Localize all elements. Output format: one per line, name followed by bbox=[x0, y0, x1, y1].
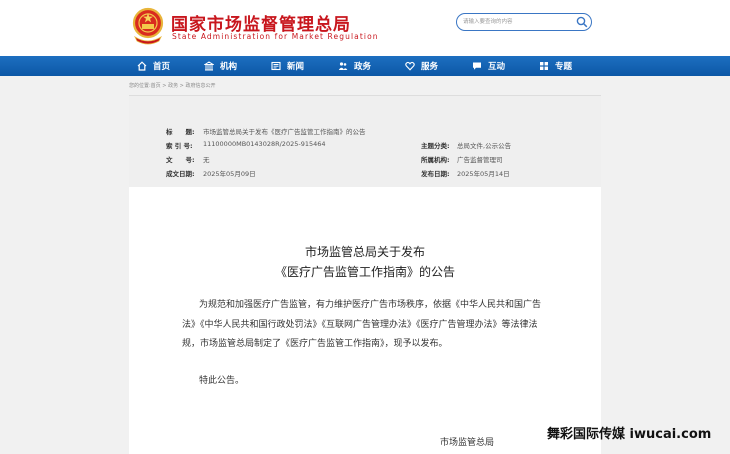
article-closing: 特此公告。 bbox=[199, 376, 245, 386]
nav-organization[interactable]: 机构 bbox=[204, 56, 237, 76]
nav-topics[interactable]: 专题 bbox=[539, 56, 572, 76]
nav-interaction-label: 互动 bbox=[488, 62, 506, 72]
nav-service[interactable]: 服务 bbox=[405, 56, 438, 76]
nav-news[interactable]: 新闻 bbox=[271, 56, 304, 76]
docno-label: 文 号: bbox=[166, 156, 195, 164]
building-icon bbox=[204, 61, 214, 71]
subject-label: 主题分类: bbox=[421, 142, 450, 150]
index-label: 索 引 号: bbox=[166, 142, 193, 150]
people-icon bbox=[338, 62, 348, 70]
heart-icon bbox=[405, 61, 415, 71]
breadcrumb-government[interactable]: 政务 bbox=[168, 83, 178, 89]
article-signature: 市场监管总局 bbox=[440, 438, 495, 448]
search-icon[interactable] bbox=[576, 16, 588, 28]
chat-icon bbox=[473, 62, 481, 70]
search-box bbox=[456, 13, 592, 31]
article-title-line2: 《医疗广告监管工作指南》的公告 bbox=[274, 265, 455, 279]
title-value: 市场监管总局关于发布《医疗广告监管工作指南》的公告 bbox=[203, 128, 366, 136]
docno-value: 无 bbox=[203, 156, 210, 164]
created-date-label: 成文日期: bbox=[166, 170, 195, 178]
national-emblem-icon[interactable] bbox=[132, 7, 164, 45]
document-info-panel: 标 题: 市场监管总局关于发布《医疗广告监管工作指南》的公告 索 引 号: 11… bbox=[129, 95, 601, 187]
nav-government[interactable]: 政务 bbox=[338, 56, 371, 76]
nav-home[interactable]: 首页 bbox=[137, 56, 170, 76]
nav-interaction[interactable]: 互动 bbox=[472, 56, 505, 76]
nav-news-label: 新闻 bbox=[287, 62, 305, 72]
breadcrumb-home[interactable]: 您的位置:首页 bbox=[129, 83, 161, 89]
nav-organization-label: 机构 bbox=[220, 62, 238, 72]
breadcrumb: 您的位置:首页 > 政务 > 政府信息公开 bbox=[129, 83, 216, 89]
watermark-text: 舞彩国际传媒 iwucai.com bbox=[547, 427, 712, 442]
article-title-line1: 市场监管总局关于发布 bbox=[304, 245, 425, 259]
org-value: 广告监督管理司 bbox=[457, 156, 503, 164]
article-content: 市场监管总局关于发布 《医疗广告监管工作指南》的公告 为规范和加强医疗广告监管，… bbox=[129, 187, 601, 454]
published-date-value: 2025年05月14日 bbox=[457, 170, 510, 178]
nav-government-label: 政务 bbox=[354, 62, 372, 72]
search-input[interactable] bbox=[463, 16, 573, 28]
created-date-value: 2025年05月09日 bbox=[203, 170, 256, 178]
grid-icon bbox=[540, 62, 548, 70]
nav-home-label: 首页 bbox=[153, 62, 171, 72]
org-label: 所属机构: bbox=[421, 156, 450, 164]
main-nav: 首页 机构 新闻 政务 服务 互动 专题 bbox=[0, 56, 730, 76]
subject-value: 总局文件,公示公告 bbox=[457, 142, 512, 150]
breadcrumb-info-disclosure[interactable]: 政府信息公开 bbox=[185, 83, 215, 89]
site-subtitle: State Administration for Market Regulati… bbox=[172, 32, 379, 41]
title-label: 标 题: bbox=[166, 128, 195, 136]
nav-service-label: 服务 bbox=[421, 62, 439, 72]
article-body: 为规范和加强医疗广告监管，有力维护医疗广告市场秩序，依据《中华人民共和国广告法》… bbox=[182, 300, 542, 349]
newspaper-icon bbox=[271, 61, 281, 71]
nav-topics-label: 专题 bbox=[555, 62, 573, 72]
home-icon bbox=[137, 61, 147, 71]
index-value: 11100000MB0143028R/2025-915464 bbox=[203, 140, 326, 148]
published-date-label: 发布日期: bbox=[421, 170, 450, 178]
site-header: 国家市场监督管理总局 State Administration for Mark… bbox=[0, 0, 730, 56]
